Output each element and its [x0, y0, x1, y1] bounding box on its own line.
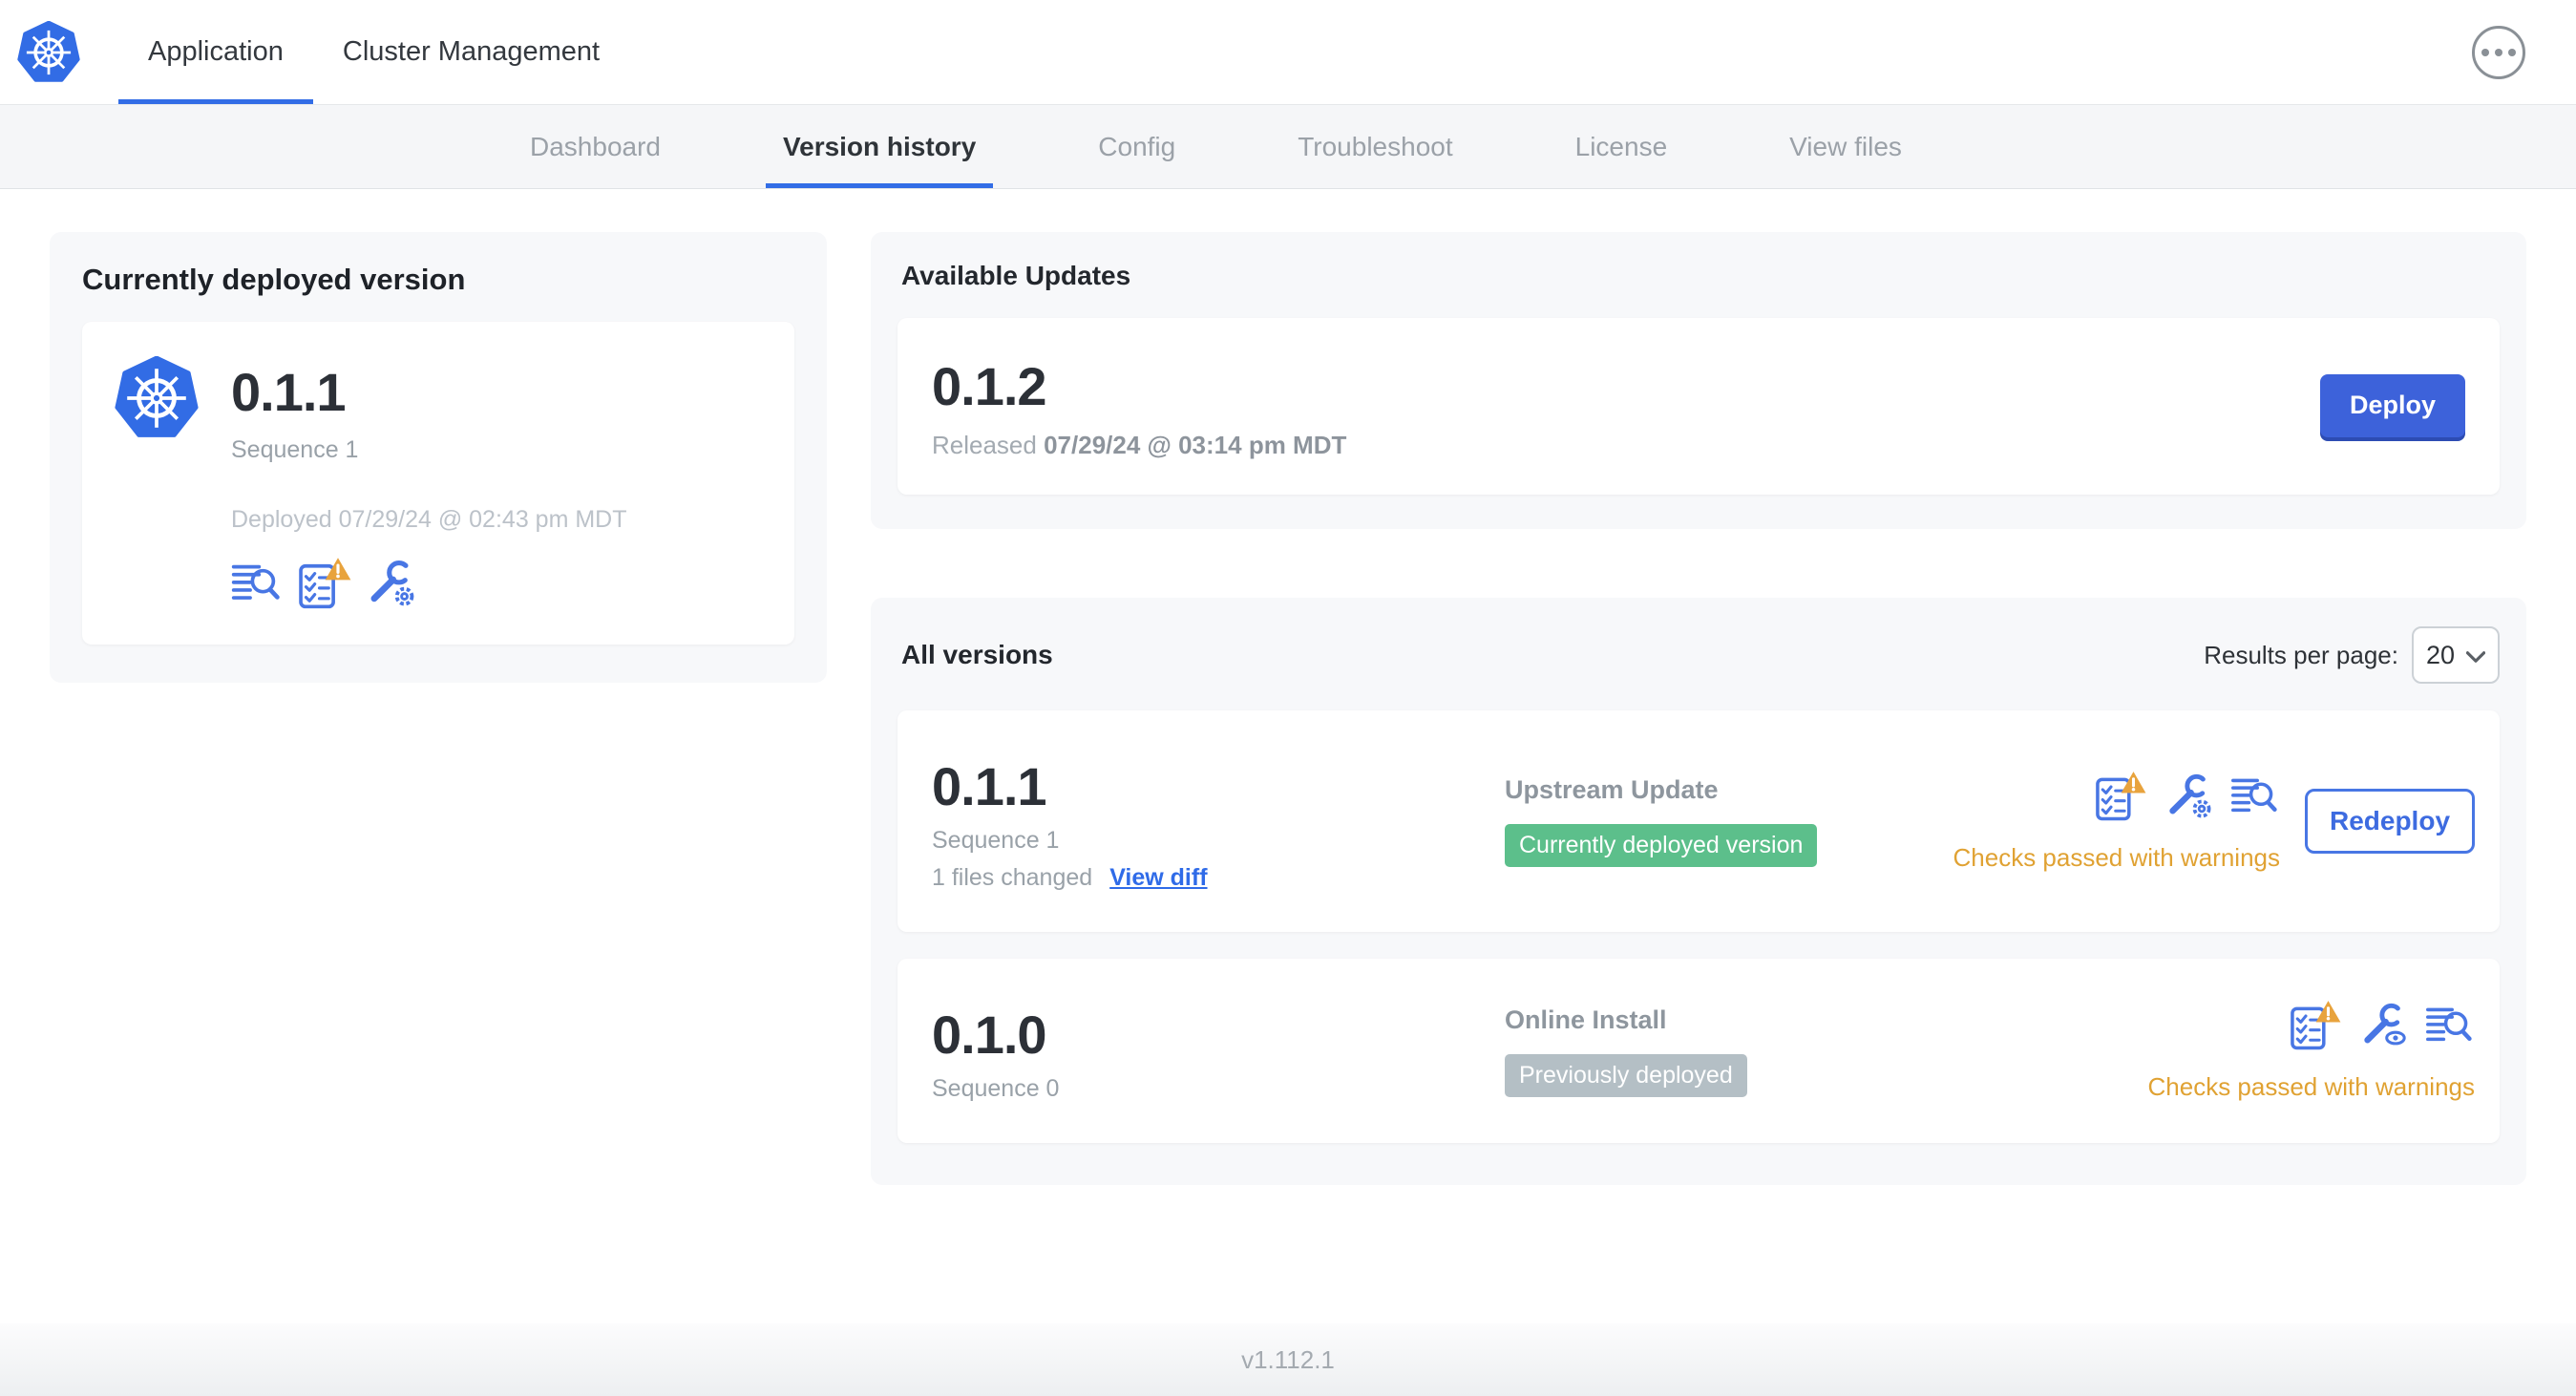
update-info: 0.1.2 Released 07/29/24 @ 03:14 pm MDT: [932, 350, 1346, 460]
version-sequence: Sequence 1: [932, 827, 1060, 854]
kubernetes-app-icon: [115, 356, 199, 440]
available-updates-panel: Available Updates 0.1.2 Released 07/29/2…: [871, 232, 2526, 529]
files-changed-line: 1 files changed View diff: [932, 864, 1505, 892]
deployed-timestamp: Deployed 07/29/24 @ 02:43 pm MDT: [231, 506, 627, 533]
redeploy-button[interactable]: Redeploy: [2305, 789, 2475, 854]
version-source: Online Install: [1505, 1005, 1667, 1034]
all-versions-header: All versions Results per page: 20: [897, 626, 2500, 684]
version-source-block: Upstream Update Currently deployed versi…: [1505, 775, 1953, 867]
tab-view-files[interactable]: View files: [1772, 105, 1919, 188]
update-card: 0.1.2 Released 07/29/24 @ 03:14 pm MDT D…: [897, 318, 2500, 495]
version-row-info: 0.1.1 Sequence 1 1 files changed View di…: [932, 751, 1505, 892]
currently-deployed-title: Currently deployed version: [82, 263, 466, 296]
checks-status: Checks passed with warnings: [2147, 1072, 2476, 1101]
config-edit-icon[interactable]: [2165, 772, 2213, 820]
tab-troubleshoot[interactable]: Troubleshoot: [1280, 105, 1469, 188]
right-column: Available Updates 0.1.2 Released 07/29/2…: [871, 232, 2526, 1185]
version-source-block: Online Install Previously deployed: [1505, 1005, 2148, 1097]
deployed-version-card: 0.1.1 Sequence 1 Deployed 07/29/24 @ 02:…: [82, 322, 794, 645]
ellipsis-menu-icon[interactable]: [2472, 26, 2525, 79]
tab-cluster-management[interactable]: Cluster Management: [313, 0, 629, 104]
version-actions: Checks passed with warnings Redeploy: [1953, 771, 2475, 873]
config-view-icon[interactable]: [2360, 1002, 2408, 1049]
version-row-0-1-0: 0.1.0 Sequence 0 Online Install Previous…: [897, 959, 2500, 1143]
deploy-button[interactable]: Deploy: [2320, 373, 2465, 437]
status-badge-previous: Previously deployed: [1505, 1053, 1747, 1097]
tab-license[interactable]: License: [1558, 105, 1685, 188]
files-changed: 1 files changed: [932, 864, 1093, 891]
view-diff-link[interactable]: View diff: [1109, 864, 1207, 892]
version-number: 0.1.0: [932, 1005, 1047, 1065]
results-per-page-label: Results per page:: [2204, 640, 2398, 669]
version-row-0-1-1: 0.1.1 Sequence 1 1 files changed View di…: [897, 710, 2500, 932]
preflight-warning-icon[interactable]: [296, 557, 353, 610]
released-date: 07/29/24 @ 03:14 pm MDT: [1044, 431, 1347, 459]
version-sequence: Sequence 0: [932, 1075, 1060, 1102]
version-number: 0.1.1: [932, 756, 1047, 816]
preflight-warning-icon[interactable]: [2288, 1000, 2343, 1051]
all-versions-title: All versions: [901, 640, 1053, 669]
console-footer: v1.112.1: [0, 1323, 2576, 1396]
deployed-version-info: 0.1.1 Sequence 1 Deployed 07/29/24 @ 02:…: [231, 356, 627, 610]
status-badge-current: Currently deployed version: [1505, 824, 1818, 867]
main-content: Currently deployed version 0.1.1 Sequenc…: [0, 189, 2576, 1185]
results-per-page: Results per page: 20: [2204, 626, 2500, 684]
released-label: Released: [932, 431, 1037, 459]
results-per-page-select[interactable]: 20: [2412, 626, 2500, 684]
version-action-icons: [2093, 771, 2280, 822]
update-version-number: 0.1.2: [932, 356, 1047, 416]
deployed-sequence: Sequence 1: [231, 436, 359, 463]
kubernetes-logo: [17, 21, 80, 84]
admin-console-page: Application Cluster Management Dashboard…: [0, 0, 2576, 1396]
tab-dashboard[interactable]: Dashboard: [513, 105, 678, 188]
checks-column: Checks passed with warnings: [1953, 771, 2281, 873]
top-nav: Application Cluster Management: [0, 0, 2576, 105]
tab-version-history[interactable]: Version history: [765, 105, 994, 188]
console-version: v1.112.1: [1241, 1344, 1335, 1374]
checks-column: Checks passed with warnings: [2147, 1000, 2476, 1102]
app-sub-nav: Dashboard Version history Config Trouble…: [0, 105, 2576, 189]
preflight-warning-icon[interactable]: [2093, 771, 2148, 822]
chevron-down-icon: [2466, 651, 2485, 663]
all-versions-panel: All versions Results per page: 20 0.1.1 …: [871, 598, 2526, 1185]
top-tabs: Application Cluster Management: [118, 0, 629, 104]
deployed-version-number: 0.1.1: [231, 362, 347, 422]
available-updates-title: Available Updates: [901, 261, 1131, 290]
checks-status: Checks passed with warnings: [1953, 842, 2281, 872]
config-edit-icon[interactable]: [367, 559, 416, 608]
tab-application[interactable]: Application: [118, 0, 313, 104]
update-released-line: Released 07/29/24 @ 03:14 pm MDT: [932, 431, 1346, 460]
diff-log-icon[interactable]: [231, 562, 283, 604]
version-row-info: 0.1.0 Sequence 0: [932, 999, 1505, 1103]
currently-deployed-panel: Currently deployed version 0.1.1 Sequenc…: [50, 232, 827, 683]
diff-log-icon[interactable]: [2230, 776, 2280, 816]
results-per-page-value: 20: [2425, 640, 2456, 669]
version-source: Upstream Update: [1505, 775, 1719, 804]
version-actions: Checks passed with warnings: [2147, 1000, 2476, 1102]
tab-config[interactable]: Config: [1081, 105, 1193, 188]
diff-log-icon[interactable]: [2425, 1005, 2475, 1046]
deployed-actions: [231, 557, 627, 610]
version-action-icons: [2288, 1000, 2475, 1051]
